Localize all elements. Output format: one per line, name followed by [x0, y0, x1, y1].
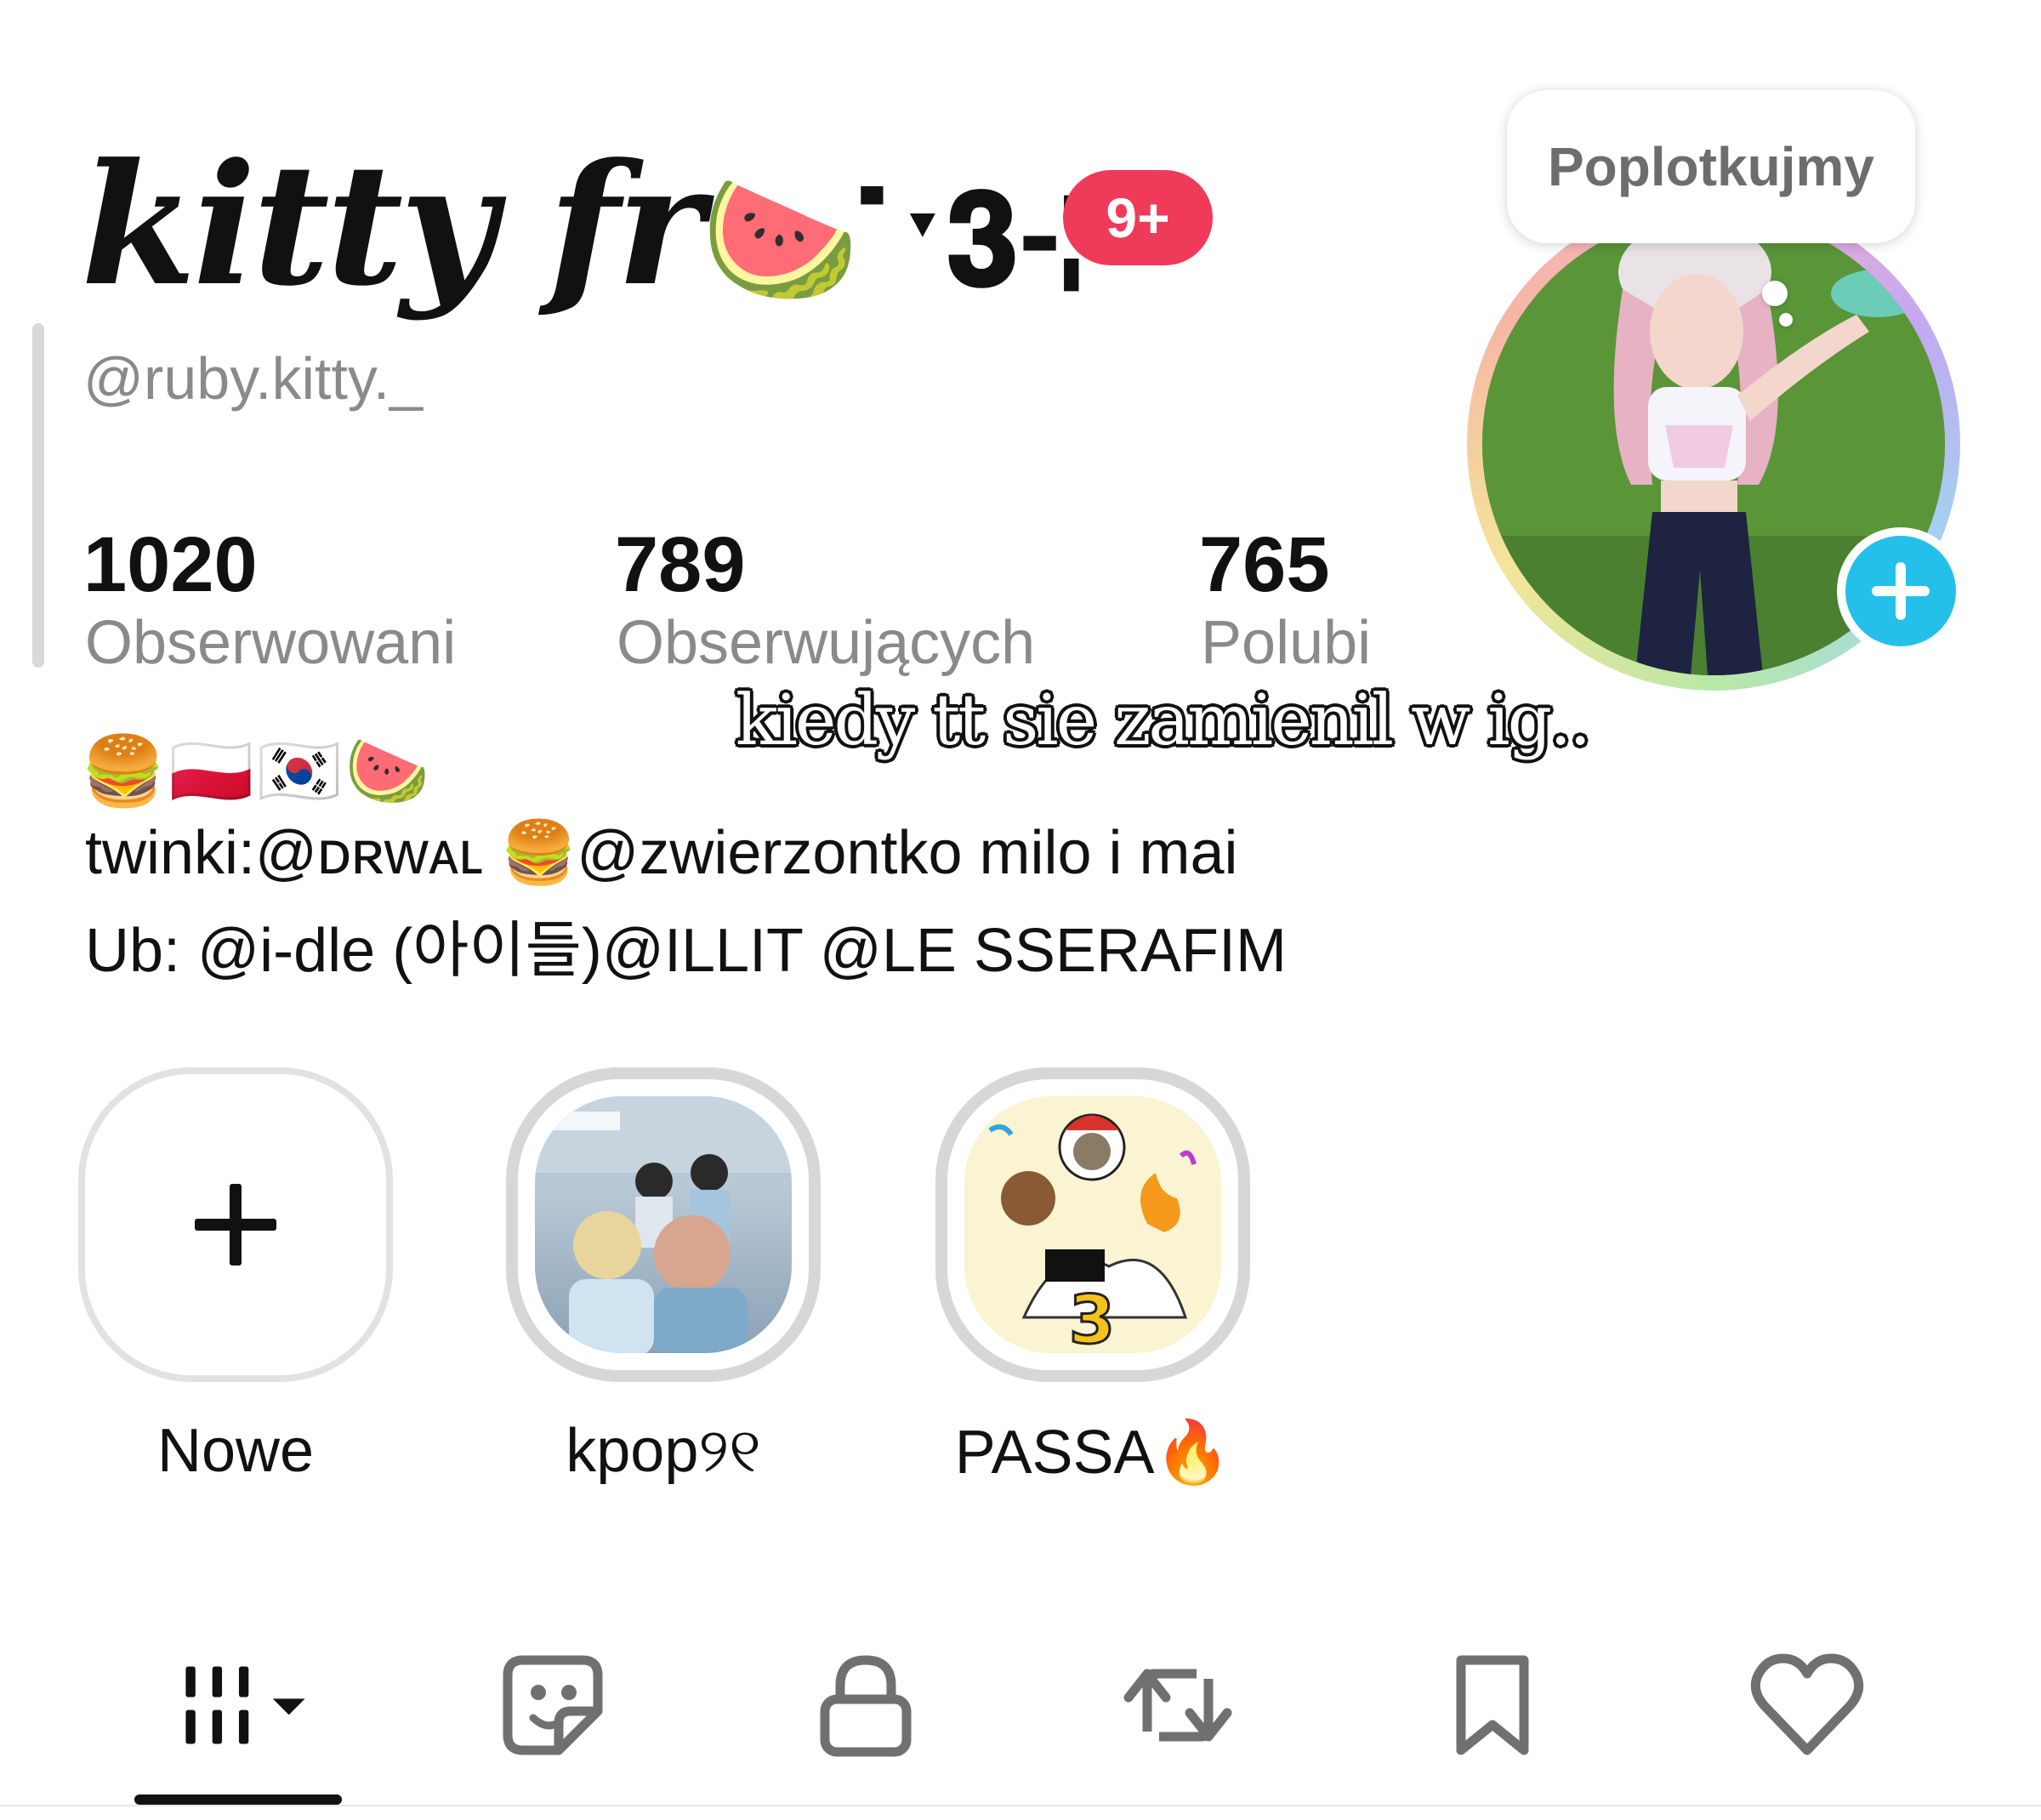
- left-edge-bar: [32, 323, 44, 668]
- highlight-kpop[interactable]: [506, 1067, 821, 1382]
- plus-icon: [1872, 562, 1930, 620]
- note-bubble-dot-small: [1779, 313, 1793, 327]
- highlight-new-button[interactable]: [78, 1067, 393, 1382]
- highlight-label-passa[interactable]: PASSA🔥: [914, 1416, 1271, 1488]
- bookmark-icon: [1456, 1655, 1529, 1755]
- chevron-down-icon: [272, 1698, 305, 1715]
- bio-emojis: 🍔🇵🇱🇰🇷🍉: [81, 731, 434, 810]
- add-avatar-button[interactable]: [1837, 527, 1964, 655]
- lock-icon: [820, 1655, 912, 1757]
- grid-bars-icon: [185, 1666, 305, 1744]
- note-bubble-dot: [1762, 281, 1788, 306]
- highlight-passa-cover: 3: [964, 1096, 1221, 1353]
- highlight-kpop-cover: [535, 1096, 792, 1353]
- tab-private[interactable]: [789, 1637, 942, 1773]
- streak-illustration: 3: [964, 1096, 1221, 1353]
- sticker-icon: [503, 1655, 603, 1755]
- repost-icon: [1123, 1669, 1232, 1742]
- tab-reposts[interactable]: [1101, 1637, 1254, 1773]
- tab-stickers[interactable]: [476, 1637, 629, 1773]
- highlight-passa[interactable]: 3: [935, 1067, 1250, 1382]
- display-name-text: kitty fr: [81, 128, 704, 323]
- active-tab-indicator: [134, 1794, 342, 1805]
- group-photo: [535, 1096, 792, 1353]
- followers-label[interactable]: Obserwujących: [617, 608, 1035, 678]
- tab-saved[interactable]: [1416, 1637, 1569, 1773]
- overlay-caption: kiedy tt sie zamienil w ig..: [736, 680, 1591, 761]
- tab-liked[interactable]: [1731, 1637, 1884, 1773]
- tab-bar-divider: [0, 1805, 2041, 1806]
- likes-label[interactable]: Polubi: [1201, 608, 1371, 678]
- highlight-label-new[interactable]: Nowe: [57, 1416, 414, 1486]
- bio-line-2[interactable]: Ub: @i-dle (아이들)@ILLIT @LE SSERAFIM: [85, 900, 1287, 989]
- streak-number: 3: [1069, 1283, 1115, 1353]
- tab-videos[interactable]: [162, 1637, 315, 1773]
- following-label[interactable]: Obserwowani: [85, 608, 456, 678]
- followers-count[interactable]: 789: [615, 520, 746, 610]
- bio-line-1[interactable]: twinki:@ᴅʀᴡᴀʟ 🍔@zwierzontko milo i mai: [85, 816, 1238, 889]
- note-bubble[interactable]: Poplotkujmy: [1507, 90, 1915, 243]
- display-name: kitty fr🍉 ̇ˑ𝟑⊹°: [81, 128, 1189, 323]
- highlight-label-kpop[interactable]: kpop୨୧: [485, 1416, 842, 1487]
- likes-count[interactable]: 765: [1199, 520, 1330, 610]
- following-count[interactable]: 1020: [83, 520, 258, 610]
- notification-badge[interactable]: 9+: [1063, 170, 1213, 265]
- heart-icon: [1750, 1653, 1864, 1755]
- plus-icon: [195, 1184, 276, 1265]
- username[interactable]: @ruby.kitty._: [83, 344, 423, 412]
